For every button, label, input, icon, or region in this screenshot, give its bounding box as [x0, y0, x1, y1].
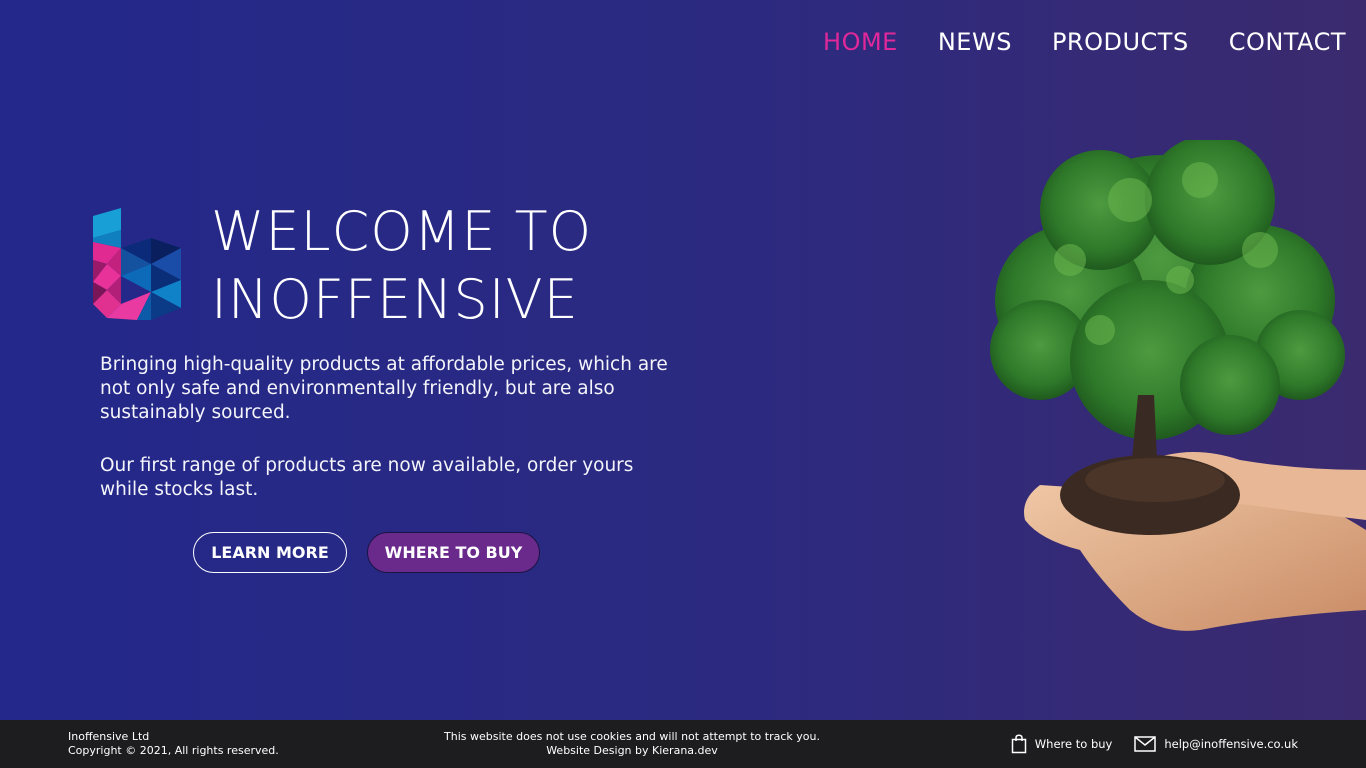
where-to-buy-button[interactable]: WHERE TO BUY	[367, 532, 540, 573]
footer-email: help@inoffensive.co.uk	[1164, 737, 1298, 751]
nav-contact[interactable]: CONTACT	[1229, 28, 1346, 56]
footer-email-link[interactable]: help@inoffensive.co.uk	[1134, 736, 1298, 752]
envelope-icon	[1134, 736, 1157, 752]
footer-where-to-buy-label: Where to buy	[1034, 737, 1113, 751]
learn-more-button[interactable]: LEARN MORE	[193, 532, 347, 573]
hero-title-line2: INOFFENSIVE	[211, 268, 579, 331]
nav-products[interactable]: PRODUCTS	[1052, 28, 1189, 56]
footer-company-name: Inoffensive Ltd	[68, 730, 150, 743]
tree-in-hands-image	[990, 140, 1366, 631]
footer-company-block: Inoffensive Ltd Copyright © 2021, All ri…	[68, 730, 279, 758]
main-nav: HOME NEWS PRODUCTS CONTACT	[823, 28, 1346, 56]
nav-home[interactable]: HOME	[823, 28, 898, 56]
nav-news[interactable]: NEWS	[938, 28, 1012, 56]
footer-design-credit[interactable]: Website Design by Kierana.dev	[432, 744, 832, 758]
footer-cookie-notice: This website does not use cookies and wi…	[444, 730, 820, 743]
footer-links: Where to buy help@inoffensive.co.uk	[1011, 734, 1298, 754]
hero-title: WELCOME TO INOFFENSIVE	[211, 198, 592, 334]
footer-where-to-buy-link[interactable]: Where to buy	[1011, 734, 1113, 754]
footer-notice-block: This website does not use cookies and wi…	[432, 730, 832, 758]
footer-copyright: Copyright © 2021, All rights reserved.	[68, 744, 279, 757]
inoffensive-logo	[93, 208, 181, 320]
shopping-bag-icon	[1011, 734, 1027, 754]
hero-title-line1: WELCOME TO	[211, 200, 593, 263]
footer: Inoffensive Ltd Copyright © 2021, All ri…	[0, 720, 1366, 768]
hero-paragraph-availability: Our first range of products are now avai…	[100, 455, 634, 500]
hero-paragraph-intro: Bringing high-quality products at afford…	[100, 354, 668, 423]
